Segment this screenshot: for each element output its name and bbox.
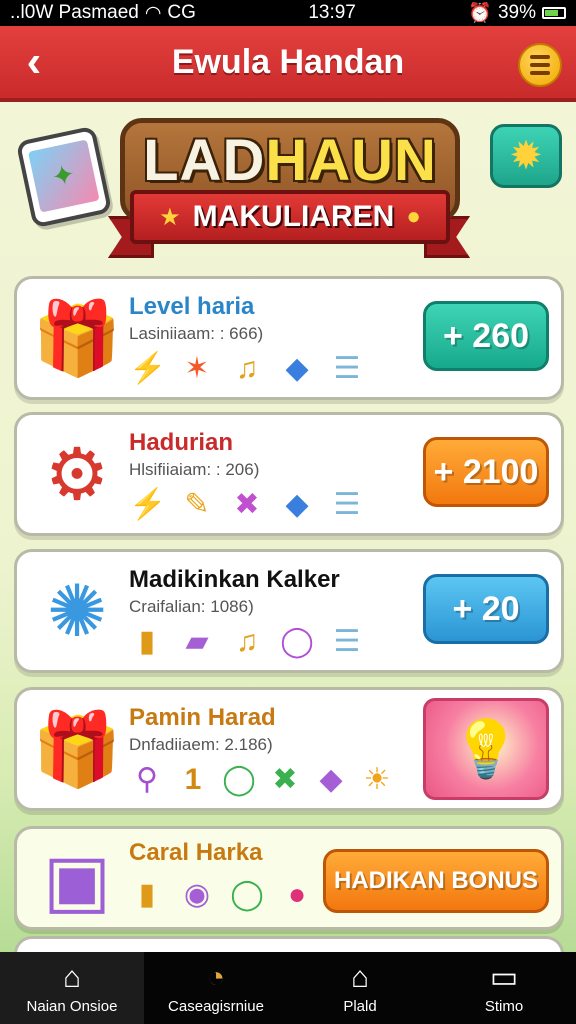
claim-reward-button[interactable]: + 260	[423, 301, 549, 371]
purple-box-icon: ▣	[42, 841, 112, 921]
jar-icon: ▮	[138, 625, 156, 658]
pencil-icon: ✎	[184, 488, 210, 521]
gear-badge-icon: ✺	[46, 572, 108, 652]
app-header: ‹ Ewula Handan	[0, 26, 576, 102]
ring-icon: ◯	[280, 625, 314, 658]
tab-label: Plald	[343, 997, 377, 1015]
cube-icon: ◆	[319, 763, 343, 796]
sun-icon: ☀	[363, 763, 391, 796]
battery-icon	[541, 7, 566, 19]
tab-plald[interactable]: ⌂ Plald	[288, 952, 432, 1024]
reward-card[interactable]: ⚙ Hadurian Hlsifiiaiam: : 206) ⚡ ✎ ✖ ◆ ☰…	[14, 412, 564, 536]
card-icon: ▰	[185, 625, 209, 658]
tab-label: Naian Onsioe	[26, 997, 118, 1015]
card-items: ⚡ ✶ ♫ ◆ ☰	[129, 351, 365, 387]
music-note-icon: ♫	[235, 625, 259, 658]
star-icon: ★	[159, 203, 181, 231]
card-subtitle: Dnfadiiaem: 2.186)	[129, 735, 273, 754]
house-outline-icon: ⌂	[350, 960, 370, 994]
star-icon: ✶	[184, 352, 210, 385]
clock-label: 13:97	[308, 2, 356, 23]
wifi-icon: ◠	[144, 2, 162, 24]
home-icon: ⌂	[62, 960, 82, 994]
ribbon-text: MAKULIAREN	[192, 200, 395, 233]
lightbulb-icon[interactable]: 💡	[423, 698, 549, 800]
coin-stack-icon: ☰	[333, 625, 361, 658]
gem-arrow-icon: ◆	[285, 488, 309, 521]
wand-icon: ⚲	[136, 763, 158, 796]
back-chevron-icon[interactable]: ‹	[14, 40, 54, 84]
card-title: Pamin Harad	[129, 704, 276, 731]
logo-ribbon: ★ MAKULIAREN ●	[130, 190, 450, 244]
card-items: ⚲ 1 ◯ ✖ ◆ ☀	[129, 762, 395, 798]
number-one-icon: 1	[184, 763, 202, 796]
carrier-label: ..l0W Pasmaed	[10, 2, 139, 23]
coin-stack-icon: ☰	[333, 488, 361, 521]
red-machine-icon: ⚙	[44, 435, 110, 515]
settings-gear-icon[interactable]: ✹	[490, 124, 562, 188]
lightning-icon: ⚡	[129, 488, 167, 521]
card-title: Level haria	[129, 293, 255, 320]
card-items: ▮ ◉ ◯ ●	[129, 877, 315, 913]
berry-icon: ●	[287, 878, 307, 911]
coin-stack-icon: ☰	[333, 352, 361, 385]
cross-icon: ✖	[272, 763, 298, 796]
clock-icon: ◔	[206, 960, 226, 994]
claim-reward-button[interactable]: + 20	[423, 574, 549, 644]
card-subtitle: Lasiniiaam: : 666)	[129, 324, 264, 343]
card-items: ⚡ ✎ ✖ ◆ ☰	[129, 487, 365, 523]
bonus-card[interactable]: ▣ Caral Harka ▮ ◉ ◯ ● HADIKAN BONUS	[14, 826, 564, 930]
tab-casegisrniue[interactable]: ◔ Caseagisrniue	[144, 952, 288, 1024]
tab-home[interactable]: ⌂ Naian Onsioe	[0, 952, 144, 1024]
cookie-icon: ●	[406, 203, 421, 230]
tab-bar: ⌂ Naian Onsioe ◔ Caseagisrniue ⌂ Plald ▭…	[0, 952, 576, 1024]
tab-label: Caseagisrniue	[168, 997, 264, 1015]
music-note-icon: ♫	[235, 352, 259, 385]
network-label: CG	[167, 2, 196, 23]
tab-label: Stimo	[484, 997, 524, 1015]
card-items: ▮ ▰ ♫ ◯ ☰	[129, 624, 365, 660]
tab-stimo[interactable]: ▭ Stimo	[432, 952, 576, 1024]
card-title: Caral Harka	[129, 839, 263, 866]
alarm-icon: ⏰	[468, 3, 492, 24]
candy-icon: ◉	[183, 878, 211, 911]
gift-box-green-icon: 🎁	[32, 299, 122, 379]
phone-icon[interactable]	[15, 125, 113, 229]
card-title: Hadurian	[129, 429, 234, 456]
logo-title: LADHAUN	[143, 127, 437, 193]
page-title: Ewula Handan	[171, 42, 405, 81]
monitor-icon: ▭	[489, 960, 519, 994]
gift-box-red-icon: 🎁	[32, 710, 122, 790]
battery-label: 39%	[497, 2, 536, 23]
cross-icon: ✖	[234, 488, 260, 521]
card-subtitle: Hlsifiiaiam: : 206)	[129, 460, 260, 479]
menu-icon[interactable]	[518, 43, 562, 87]
reward-card[interactable]: 🎁 Level haria Lasiniiaam: : 666) ⚡ ✶ ♫ ◆…	[14, 276, 564, 400]
jar-icon: ▮	[138, 878, 156, 911]
card-subtitle: Craifalian: 1086)	[129, 597, 254, 616]
status-bar: ..l0W Pasmaed ◠ CG 13:97 ⏰ 39%	[0, 0, 576, 26]
bonus-button[interactable]: HADIKAN BONUS	[323, 849, 549, 913]
ring-icon: ◯	[222, 763, 256, 796]
gem-icon: ◆	[285, 352, 309, 385]
ring-icon: ◯	[230, 878, 264, 911]
card-title: Madikinkan Kalker	[129, 566, 340, 593]
reward-card[interactable]: ✺ Madikinkan Kalker Craifalian: 1086) ▮ …	[14, 549, 564, 673]
reward-card[interactable]: 🎁 Pamin Harad Dnfadiiaem: 2.186) ⚲ 1 ◯ ✖…	[14, 687, 564, 811]
claim-reward-button[interactable]: + 2100	[423, 437, 549, 507]
lightning-icon: ⚡	[129, 352, 167, 385]
